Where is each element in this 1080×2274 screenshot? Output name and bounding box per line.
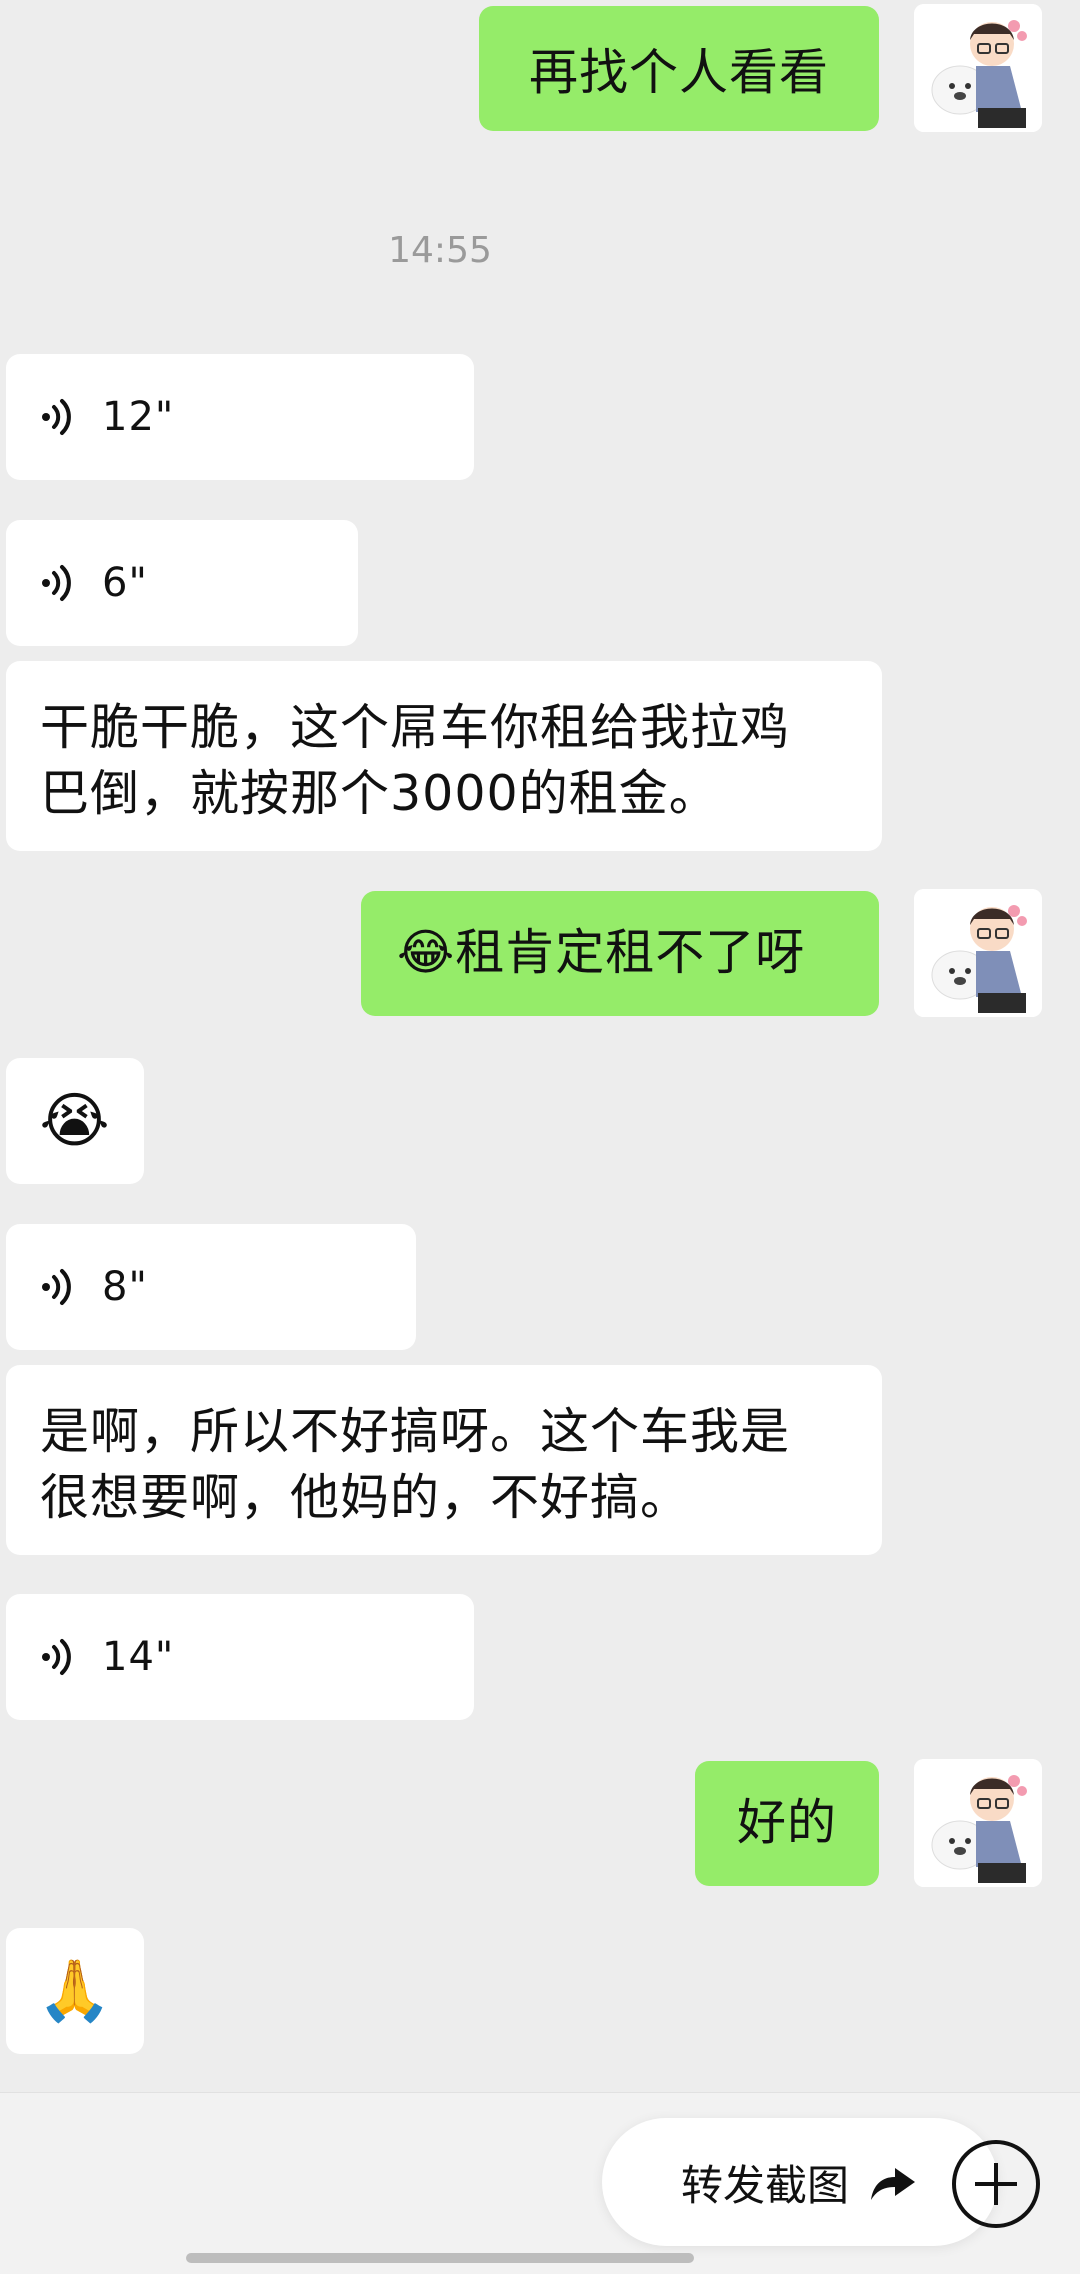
avatar[interactable] <box>914 889 1042 1017</box>
message-bubble-outgoing[interactable]: 好的 <box>695 1761 879 1886</box>
avatar-image <box>914 889 1042 1017</box>
voice-wave-icon <box>42 565 71 601</box>
voice-message-bubble[interactable]: 14" <box>6 1594 474 1720</box>
message-bubble-outgoing[interactable]: 再找个人看看 <box>479 6 879 131</box>
share-arrow-icon <box>871 2168 915 2200</box>
message-timestamp: 14:55 <box>388 230 492 271</box>
avatar[interactable] <box>914 1759 1042 1887</box>
emoji-message-bubble[interactable]: 😭 <box>6 1058 144 1184</box>
chat-screen: 再找个人看看 14:55 12" 6" 干脆干脆，这个屌车你租给我拉鸡 巴倒，就… <box>0 0 1080 2274</box>
voice-message-bubble[interactable]: 12" <box>6 354 474 480</box>
voice-duration: 12" <box>102 394 175 440</box>
voice-wave-icon <box>42 399 71 435</box>
forward-screenshot-button[interactable]: 转发截图 <box>602 2118 998 2246</box>
avatar[interactable] <box>914 4 1042 132</box>
voice-wave-icon <box>42 1269 71 1305</box>
emoji-message-bubble[interactable]: 🙏 <box>6 1928 144 2054</box>
voice-message-bubble[interactable]: 6" <box>6 520 358 646</box>
avatar-image <box>914 1759 1042 1887</box>
folded-hands-icon: 🙏 <box>37 1956 113 2026</box>
plus-circle-icon[interactable] <box>952 2140 1040 2228</box>
voice-wave-icon <box>42 1639 71 1675</box>
home-indicator <box>186 2253 694 2263</box>
voice-message-bubble[interactable]: 8" <box>6 1224 416 1350</box>
message-bubble-incoming[interactable]: 是啊，所以不好搞呀。这个车我是 很想要啊，他妈的，不好搞。 <box>6 1365 882 1555</box>
message-bubble-outgoing[interactable]: 😂租肯定租不了呀 <box>361 891 879 1016</box>
voice-duration: 6" <box>102 560 148 606</box>
voice-duration: 14" <box>102 1634 175 1680</box>
message-bubble-incoming[interactable]: 干脆干脆，这个屌车你租给我拉鸡 巴倒，就按那个3000的租金。 <box>6 661 882 851</box>
voice-duration: 8" <box>102 1264 148 1310</box>
forward-label: 转发截图 <box>680 2160 849 2210</box>
crying-face-icon: 😭 <box>39 1086 111 1156</box>
avatar-image <box>914 4 1042 132</box>
